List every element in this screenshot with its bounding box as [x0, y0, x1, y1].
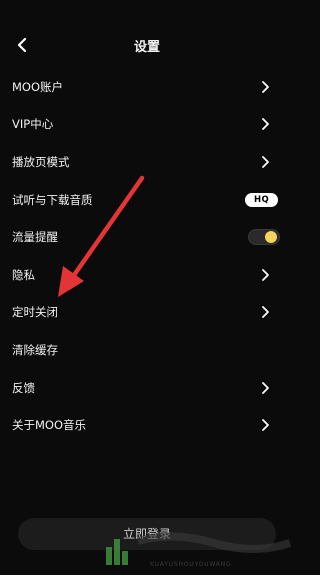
settings-item-label: VIP中心: [12, 117, 54, 132]
settings-item-privacy[interactable]: 隐私: [0, 256, 294, 294]
chevron-right-icon: [262, 306, 269, 319]
settings-item-label: 关于MOO音乐: [12, 418, 87, 433]
settings-item-label: 清除缓存: [12, 342, 58, 357]
settings-item-label: 试听与下载音质: [12, 192, 93, 207]
chevron-right-icon: [262, 381, 269, 394]
chevron-right-icon: [262, 268, 269, 281]
settings-list: MOO账户 VIP中心 播放页模式 试听与下载音质 HQ 流量提醒 隐私 定时关…: [0, 68, 294, 444]
settings-item-label: 定时关闭: [12, 305, 58, 320]
settings-item-about[interactable]: 关于MOO音乐: [0, 406, 294, 444]
settings-item-label: MOO账户: [12, 79, 64, 94]
settings-item-player-mode[interactable]: 播放页模式: [0, 143, 294, 181]
settings-item-moo-account[interactable]: MOO账户: [0, 68, 294, 106]
page-title: 设置: [133, 40, 160, 55]
watermark-text: KUAYUSHOUYOUWANG: [150, 561, 232, 568]
settings-item-label: 流量提醒: [12, 230, 58, 245]
settings-item-sleep-timer[interactable]: 定时关闭: [0, 294, 294, 332]
chevron-right-icon: [262, 80, 269, 93]
settings-item-data-alert: 流量提醒: [0, 218, 294, 256]
toggle-knob: [265, 231, 277, 244]
data-alert-toggle[interactable]: [248, 229, 280, 246]
settings-item-audio-quality[interactable]: 试听与下载音质 HQ: [0, 181, 294, 219]
header: 设置: [0, 30, 294, 60]
settings-item-label: 隐私: [12, 267, 35, 282]
chevron-right-icon: [262, 156, 269, 168]
settings-item-label: 播放页模式: [12, 154, 70, 169]
settings-item-clear-cache[interactable]: 清除缓存: [0, 331, 294, 369]
settings-item-feedback[interactable]: 反馈: [0, 369, 294, 407]
settings-item-label: 反馈: [12, 380, 35, 395]
quality-badge[interactable]: HQ: [245, 192, 278, 207]
chevron-right-icon: [262, 419, 269, 432]
chevron-right-icon: [262, 118, 269, 131]
settings-item-vip-center[interactable]: VIP中心: [0, 106, 294, 144]
